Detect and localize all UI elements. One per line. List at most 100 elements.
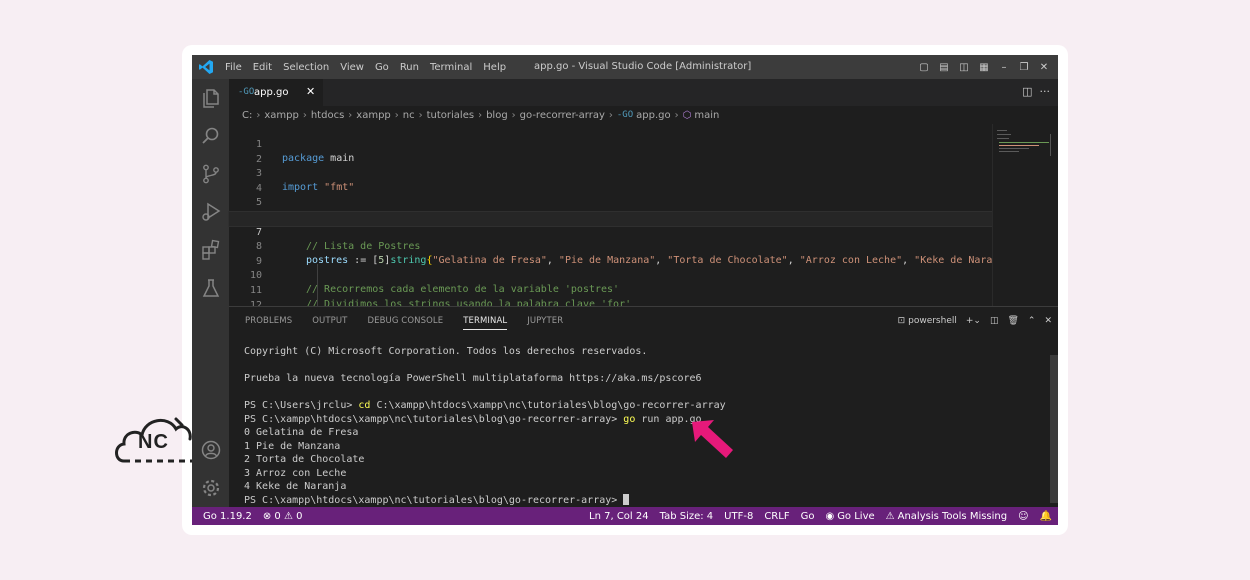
run-debug-icon[interactable] [200, 201, 222, 223]
notifications-bell-icon[interactable]: 🔔 [1040, 511, 1052, 522]
code-line: 3 import "fmt" [229, 153, 992, 193]
breadcrumb-item[interactable]: xampp [356, 110, 390, 121]
function-cube-icon: ⬡ [682, 109, 692, 121]
customize-layout-icon[interactable]: ▦ [974, 62, 994, 73]
menu-file[interactable]: File [225, 62, 242, 73]
window-controls: ▢ ▤ ◫ ▦ – ❐ ✕ [914, 55, 1054, 79]
chevron-right-icon: › [511, 109, 516, 121]
source-control-icon[interactable] [200, 163, 222, 185]
tab-jupyter[interactable]: JUPYTER [527, 316, 563, 326]
terminal-actions: ⊡ powershell +⌄ ◫ 🗑 ⌃ ✕ [889, 307, 1052, 334]
settings-gear-icon[interactable] [200, 477, 222, 499]
breadcrumb-item[interactable]: nc [403, 110, 415, 121]
restore-icon[interactable]: ❐ [1014, 62, 1034, 73]
go-version[interactable]: Go 1.19.2 [203, 511, 252, 522]
breadcrumb-item[interactable]: C: [242, 110, 252, 121]
minimap-line [997, 130, 1007, 131]
tab-output[interactable]: OUTPUT [312, 316, 347, 326]
breadcrumb-item[interactable]: htdocs [311, 110, 344, 121]
kill-terminal-icon[interactable]: 🗑 [1007, 316, 1018, 326]
nc-logo-text: NC [138, 431, 169, 453]
menu-go[interactable]: Go [375, 62, 389, 73]
chevron-right-icon: › [674, 109, 679, 121]
terminal-command-line: PS C:\xampp\htdocs\xampp\nc\tutoriales\b… [244, 413, 1044, 427]
chevron-right-icon: › [608, 109, 613, 121]
new-terminal-icon[interactable]: +⌄ [966, 316, 981, 326]
command: go [623, 413, 636, 425]
minimap-line [999, 145, 1039, 146]
output-line: 4 Keke de Naranja [244, 481, 347, 492]
layout-centered-icon[interactable]: ▢ [914, 62, 934, 73]
breadcrumb-item[interactable]: main [694, 110, 719, 121]
toggle-sidebar-icon[interactable]: ◫ [954, 62, 974, 73]
code-editor[interactable]: 1 package main 2 3 import "fmt" 4 5 func… [228, 124, 998, 364]
code-line: 12 for index, postre := range postres { [229, 285, 992, 325]
tab-debug-console[interactable]: DEBUG CONSOLE [367, 316, 443, 326]
breadcrumb-item[interactable]: tutoriales [427, 110, 474, 121]
split-editor-icon[interactable]: ◫ [1022, 85, 1032, 98]
end-of-line[interactable]: CRLF [764, 511, 789, 522]
tab-close-icon[interactable]: ✕ [306, 85, 315, 98]
pointer-arrow-icon [692, 420, 733, 458]
terminal-scrollbar[interactable] [1050, 355, 1058, 503]
bottom-panel: PROBLEMS OUTPUT DEBUG CONSOLE TERMINAL J… [229, 306, 1058, 508]
breadcrumb-item[interactable]: blog [486, 110, 508, 121]
feedback-icon[interactable]: ☺ [1018, 511, 1028, 522]
chevron-right-icon: › [394, 109, 399, 121]
terminal-output[interactable]: Copyright (C) Microsoft Corporation. Tod… [244, 345, 1044, 507]
problems-count[interactable]: ⊗ 0 ⚠ 0 [263, 511, 303, 522]
search-icon[interactable] [200, 125, 222, 147]
breadcrumb-item[interactable]: go-recorrer-array [520, 110, 605, 121]
activity-bar [192, 79, 229, 507]
chevron-right-icon: › [478, 109, 483, 121]
terminal-shell-icon: ⊡ [897, 315, 906, 326]
menu-bar: File Edit Selection View Go Run Terminal… [225, 55, 517, 79]
chevron-right-icon: › [256, 109, 261, 121]
chevron-right-icon: › [348, 109, 353, 121]
code-line: 6 [229, 197, 992, 223]
menu-run[interactable]: Run [400, 62, 419, 73]
terminal-shell-label[interactable]: powershell [908, 316, 957, 326]
minimize-icon[interactable]: – [994, 62, 1014, 73]
cursor-position[interactable]: Ln 7, Col 24 [589, 511, 649, 522]
analysis-tools-status[interactable]: Analysis Tools Missing [898, 511, 1007, 522]
menu-selection[interactable]: Selection [283, 62, 329, 73]
tab-size[interactable]: Tab Size: 4 [660, 511, 714, 522]
testing-flask-icon[interactable] [200, 277, 222, 299]
breadcrumb-item[interactable]: app.go [636, 110, 670, 121]
menu-terminal[interactable]: Terminal [430, 62, 472, 73]
split-terminal-icon[interactable]: ◫ [990, 316, 999, 326]
minimap-slider [1050, 134, 1051, 156]
maximize-panel-icon[interactable]: ⌃ [1028, 316, 1036, 326]
close-panel-icon[interactable]: ✕ [1044, 316, 1052, 326]
tab-app-go[interactable]: -GO app.go ✕ [229, 79, 323, 106]
chevron-right-icon: › [302, 109, 307, 121]
minimap-line [997, 134, 1011, 135]
title-bar: File Edit Selection View Go Run Terminal… [192, 55, 1058, 79]
explorer-icon[interactable] [200, 87, 222, 109]
output-line: 0 Gelatina de Fresa [244, 427, 359, 438]
breadcrumb-item[interactable]: xampp [264, 110, 298, 121]
extensions-icon[interactable] [200, 239, 222, 261]
terminal-cursor [623, 493, 630, 505]
menu-edit[interactable]: Edit [253, 62, 272, 73]
menu-help[interactable]: Help [483, 62, 506, 73]
language-mode[interactable]: Go [801, 511, 815, 522]
terminal-prompt-line: PS C:\xampp\htdocs\xampp\nc\tutoriales\b… [244, 493, 1044, 508]
more-actions-icon[interactable]: ··· [1040, 85, 1051, 98]
toggle-panel-icon[interactable]: ▤ [934, 62, 954, 73]
encoding[interactable]: UTF-8 [724, 511, 753, 522]
warning-icon: ⚠ [885, 510, 895, 522]
accounts-icon[interactable] [200, 439, 222, 461]
go-live-button[interactable]: Go Live [837, 511, 874, 522]
minimap-line [999, 142, 1049, 143]
tab-terminal[interactable]: TERMINAL [463, 316, 508, 330]
menu-view[interactable]: View [340, 62, 364, 73]
tab-problems[interactable]: PROBLEMS [245, 316, 292, 326]
minimap[interactable] [992, 124, 1058, 306]
code-line: 2 [229, 139, 992, 165]
code-line: 1 package main [229, 124, 992, 164]
close-window-icon[interactable]: ✕ [1034, 62, 1054, 73]
code-line: 5 func main() { [229, 182, 992, 222]
